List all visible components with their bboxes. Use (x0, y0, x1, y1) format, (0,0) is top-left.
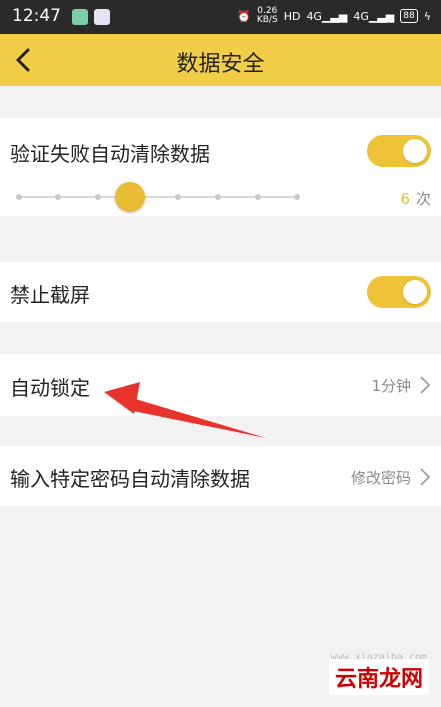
slider-tick (215, 194, 221, 200)
attempts-slider[interactable] (16, 182, 300, 212)
slider-tick (255, 194, 261, 200)
chevron-right-icon (420, 376, 431, 394)
attempts-unit: 次 (415, 190, 431, 208)
duress-password-label: 输入特定密码自动清除数据 (10, 467, 250, 491)
status-bar: 12:47 ⏰ 0.26 KB/S HD 4G▁▃▅ 4G▁▃▅ 88 ϟ (0, 0, 441, 34)
block-screenshot-toggle[interactable] (367, 276, 431, 308)
page-title: 数据安全 (176, 52, 265, 77)
auto-clear-label: 验证失败自动清除数据 (10, 142, 210, 166)
signal-icon: 4G▁▃▅ (306, 9, 348, 23)
change-password-link: 修改密码 (350, 469, 411, 487)
auto-clear-section: 验证失败自动清除数据 6次 (0, 118, 441, 216)
network-type-label: 4G (306, 9, 322, 23)
attempts-value: 6 (400, 190, 410, 208)
watermark-text: 云南龙网 (328, 659, 429, 695)
auto-lock-row[interactable]: 自动锁定 1分钟 (0, 354, 441, 416)
slider-tick (16, 194, 22, 200)
slider-tick (55, 194, 61, 200)
status-indicators: ⏰ 0.26 KB/S HD 4G▁▃▅ 4G▁▃▅ 88 ϟ (237, 7, 431, 25)
auto-lock-value: 1分钟 (371, 377, 411, 395)
network-type-label: 4G (353, 9, 369, 23)
attempts-count: 6次 (400, 188, 431, 209)
alarm-icon: ⏰ (237, 9, 251, 23)
battery-level: 88 (403, 11, 415, 21)
toggle-knob (403, 139, 427, 163)
charging-icon: ϟ (423, 9, 431, 23)
signal-icon: 4G▁▃▅ (353, 9, 395, 23)
block-screenshot-label: 禁止截屏 (10, 283, 90, 307)
net-speed: 0.26 KB/S (257, 7, 278, 25)
block-screenshot-section: 禁止截屏 (0, 262, 441, 322)
nav-bar: 数据安全 (0, 34, 441, 86)
toggle-knob (403, 280, 427, 304)
net-speed-unit: KB/S (256, 15, 278, 25)
app-notification-icon (72, 9, 88, 25)
hd-label: HD (283, 9, 301, 23)
slider-thumb[interactable] (114, 182, 145, 212)
chevron-right-icon (420, 468, 431, 486)
slider-tick (175, 194, 181, 200)
watermark: www.xiazaiba.com 云南龙网 (309, 635, 429, 695)
auto-lock-label: 自动锁定 (10, 376, 90, 400)
slider-tick (294, 194, 300, 200)
battery-icon: 88 (400, 9, 418, 23)
app-notification-icon (94, 9, 110, 25)
slider-tick (95, 194, 101, 200)
duress-password-row[interactable]: 输入特定密码自动清除数据 修改密码 (0, 446, 441, 506)
auto-clear-toggle[interactable] (367, 135, 431, 167)
status-time: 12:47 (12, 6, 61, 26)
